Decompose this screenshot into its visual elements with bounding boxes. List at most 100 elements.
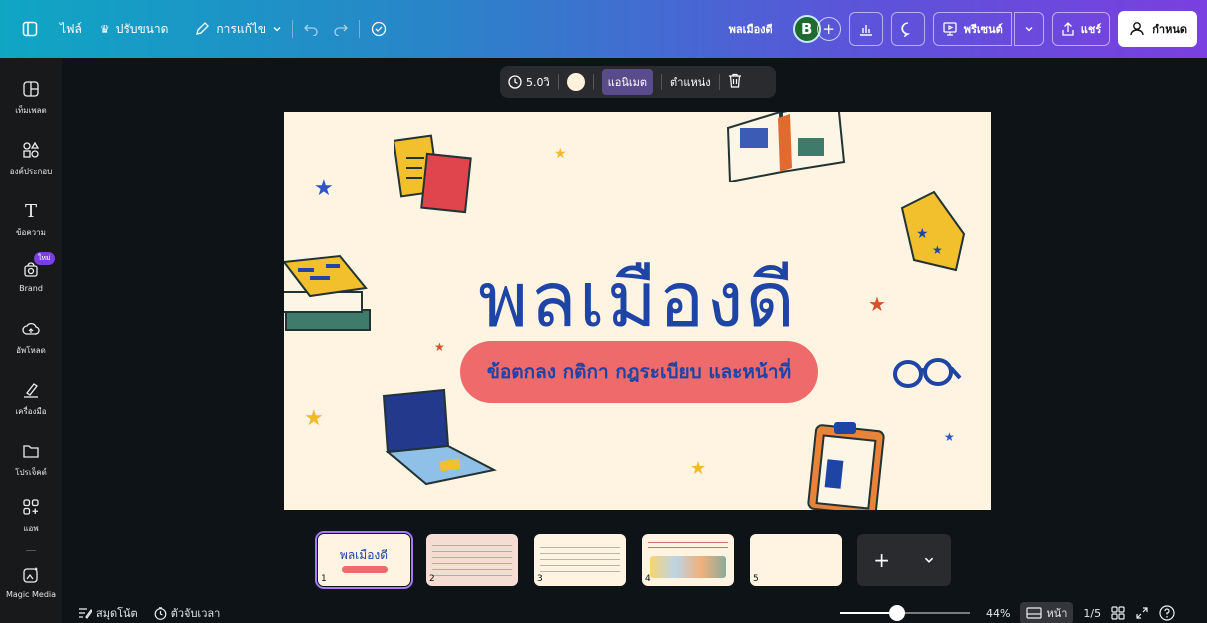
share-button[interactable]: แชร์	[1051, 12, 1111, 46]
document-title-text: พลเมืองดี	[728, 23, 773, 36]
timer-icon	[154, 606, 167, 620]
save-status-button[interactable]	[370, 21, 388, 37]
thumbnail-number: 5	[753, 574, 759, 584]
thumbnail-pill	[342, 566, 388, 573]
page-thumbnail-2[interactable]: 2	[426, 534, 518, 586]
delete-button[interactable]	[728, 73, 742, 91]
slide-canvas[interactable]: ★ ★ ★ ★ ★ ★ ★ ★ ★ พลเมืองดี ข้อตกลง กติก…	[284, 112, 991, 510]
insights-button[interactable]	[848, 12, 883, 46]
fullscreen-icon[interactable]	[1135, 606, 1149, 620]
template-icon	[20, 78, 42, 100]
comment-icon	[901, 22, 910, 37]
notes-button[interactable]: สมุดโน้ต	[78, 604, 138, 622]
sidebar-item-label: เท็มเพลต	[15, 106, 47, 115]
elements-icon	[20, 139, 42, 161]
file-menu-label: ไฟล์	[60, 21, 82, 36]
divider	[359, 20, 361, 38]
present-options-button[interactable]	[1013, 12, 1044, 46]
pencil-icon	[196, 22, 210, 35]
sidebar-item-elements[interactable]: องค์ประกอบ	[0, 139, 62, 178]
background-color-swatch[interactable]	[566, 73, 585, 91]
animate-button[interactable]: แอนิเมต	[601, 69, 654, 95]
undo-button[interactable]	[303, 22, 319, 36]
star-decoration: ★	[944, 430, 955, 444]
thumbnail-number: 1	[321, 574, 327, 584]
edit-menu[interactable]: การแก้ไข	[194, 20, 282, 39]
zoom-slider[interactable]	[840, 605, 970, 621]
element-toolbar: 5.0วิ แอนิเมต ตำแหน่ง	[500, 66, 776, 98]
sidebar-item-label: Brand	[19, 284, 43, 293]
comment-button[interactable]	[890, 12, 925, 46]
position-label: ตำแหน่ง	[670, 76, 711, 89]
sidebar-item-label: เครื่องมือ	[15, 407, 47, 416]
redo-icon	[334, 24, 348, 36]
page-thumbnail-5[interactable]: 5	[750, 534, 842, 586]
plus-icon: +	[822, 20, 835, 38]
slide-subtitle-pill[interactable]: ข้อตกลง กติกา กฎระเบียบ และหน้าที่	[460, 341, 818, 403]
trash-icon	[728, 73, 741, 88]
clipboard-illustration	[807, 422, 885, 510]
page-label: หน้า	[1046, 607, 1068, 620]
cloud-check-icon	[371, 21, 387, 37]
top-toolbar: ไฟล์ ♛ ปรับขนาด การแก้ไข พลเมืองดี B + พ…	[0, 0, 1207, 58]
folder-icon	[20, 440, 42, 462]
sidebar-item-label: องค์ประกอบ	[9, 167, 53, 176]
laptop-illustration	[382, 388, 497, 486]
divider	[292, 20, 294, 38]
add-page-button[interactable]: +	[857, 534, 951, 586]
notes-icon	[79, 608, 92, 619]
avatar-initial: B	[800, 20, 813, 38]
sidebar-item-apps[interactable]: แอพ	[0, 496, 62, 535]
zoom-percent[interactable]: 44%	[986, 607, 1010, 620]
page-thumbnail-3[interactable]: 3	[534, 534, 626, 586]
redo-button[interactable]	[333, 22, 349, 36]
thumbnail-content	[432, 540, 512, 580]
document-title[interactable]: พลเมืองดี	[729, 20, 773, 38]
thumbnail-number: 3	[537, 574, 543, 584]
sidebar-item-projects[interactable]: โปรเจ็คต์	[0, 440, 62, 479]
draw-tool-icon	[20, 379, 42, 401]
zoom-slider-handle[interactable]	[889, 605, 905, 621]
resize-icon: ♛	[99, 22, 110, 36]
slide-subtitle: ข้อตกลง กติกา กฎระเบียบ และหน้าที่	[486, 361, 792, 383]
resize-menu[interactable]: ♛ ปรับขนาด	[100, 20, 169, 39]
chevron-down-icon	[273, 27, 281, 32]
share-label: แชร์	[1080, 23, 1102, 36]
chevron-down-icon[interactable]	[923, 554, 935, 566]
divider	[661, 74, 663, 90]
toggle-sidebar-button[interactable]	[22, 21, 38, 37]
sidebar-item-magic-media[interactable]: Magic Media	[0, 564, 62, 599]
add-collaborator-button[interactable]: +	[816, 17, 841, 41]
timer-button[interactable]: ตัวจับเวลา	[154, 604, 221, 622]
present-icon	[943, 22, 957, 36]
pages-view-button[interactable]: หน้า	[1020, 602, 1074, 623]
sidebar-item-draw[interactable]: เครื่องมือ	[0, 379, 62, 418]
help-icon[interactable]	[1159, 605, 1175, 621]
star-decoration: ★	[690, 458, 707, 479]
animate-label: แอนิเมต	[607, 76, 648, 89]
settings-button[interactable]: กำหนด	[1118, 11, 1197, 47]
thumbnail-illustration	[650, 556, 726, 578]
notes-label: สมุดโน้ต	[96, 607, 138, 620]
timer-label: ตัวจับเวลา	[170, 607, 221, 620]
thumbnail-content	[648, 538, 728, 552]
sidebar: เท็มเพลต องค์ประกอบ T ข้อความ ใหม่ Brand…	[0, 58, 62, 623]
sidebar-item-brand[interactable]: ใหม่ Brand	[0, 252, 62, 293]
page-thumbnail-4[interactable]: 4	[642, 534, 734, 586]
sidebar-item-text[interactable]: T ข้อความ	[0, 200, 62, 239]
sidebar-item-templates[interactable]: เท็มเพลต	[0, 78, 62, 117]
sidebar-item-uploads[interactable]: อัพโหลด	[0, 318, 62, 357]
thumbnail-number: 2	[429, 574, 435, 584]
position-button[interactable]: ตำแหน่ง	[670, 73, 711, 91]
settings-people-icon	[1130, 22, 1144, 36]
grid-view-icon[interactable]	[1111, 606, 1125, 620]
thumbnail-content	[540, 542, 620, 576]
page-thumbnail-1[interactable]: พลเมืองดี 1	[315, 531, 413, 589]
divider	[718, 74, 720, 90]
duration-button[interactable]: 5.0วิ	[508, 73, 550, 91]
sticky-notes-illustration	[394, 134, 472, 214]
file-menu[interactable]: ไฟล์	[60, 20, 82, 39]
sidebar-item-label: แอพ	[23, 524, 39, 533]
present-button[interactable]: พรีเซนต์	[932, 12, 1012, 46]
resize-label: ปรับขนาด	[115, 21, 169, 36]
